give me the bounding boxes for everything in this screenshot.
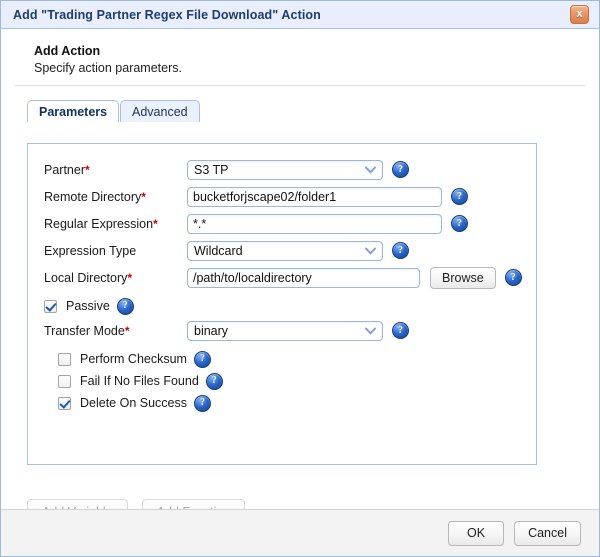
parameters-panel: Partner* S3 TP ? Remote Directory*: [27, 143, 537, 465]
help-icon-perform-checksum[interactable]: ?: [194, 351, 211, 368]
field-row-passive: Passive ?: [28, 295, 536, 317]
header-block: Add Action Specify action parameters.: [1, 29, 599, 77]
help-icon-fail-if-no-files-found[interactable]: ?: [206, 373, 223, 390]
parameters-form: Partner* S3 TP ? Remote Directory*: [28, 144, 536, 414]
passive-checkbox[interactable]: [44, 300, 57, 313]
page-subtitle: Specify action parameters.: [34, 60, 599, 77]
label-expression-type: Expression Type: [44, 244, 187, 258]
dialog-title: Add "Trading Partner Regex File Download…: [13, 8, 570, 22]
field-row-fail-if-no-files-found: Fail If No Files Found ?: [28, 370, 536, 392]
transfer-mode-select[interactable]: binary: [187, 321, 383, 341]
label-perform-checksum: Perform Checksum: [80, 352, 187, 366]
label-regular-expression: Regular Expression*: [44, 217, 187, 231]
perform-checksum-checkbox[interactable]: [58, 353, 71, 366]
close-icon[interactable]: x: [570, 5, 589, 24]
required-marker: *: [141, 190, 146, 204]
label-transfer-mode: Transfer Mode*: [44, 324, 187, 338]
label-partner: Partner*: [44, 163, 187, 177]
chevron-down-icon: [364, 242, 377, 260]
help-icon-remote-directory[interactable]: ?: [451, 188, 468, 205]
header-divider: [15, 85, 585, 86]
field-row-expression-type: Expression Type Wildcard ?: [28, 237, 536, 264]
dialog-titlebar: Add "Trading Partner Regex File Download…: [1, 1, 599, 29]
field-row-remote-directory: Remote Directory* ?: [28, 183, 536, 210]
control-remote-directory: ?: [187, 187, 468, 207]
label-local-directory: Local Directory*: [44, 271, 187, 285]
local-directory-input[interactable]: [187, 268, 420, 288]
dialog-body: Add Action Specify action parameters. Pa…: [1, 29, 599, 495]
control-expression-type: Wildcard ?: [187, 241, 409, 261]
chevron-down-icon: [364, 161, 377, 179]
field-row-regular-expression: Regular Expression* ?: [28, 210, 536, 237]
remote-directory-input[interactable]: [187, 187, 442, 207]
fail-if-no-files-found-checkbox[interactable]: [58, 375, 71, 388]
dialog-footer: OK Cancel: [1, 509, 599, 556]
control-transfer-mode: binary ?: [187, 321, 409, 341]
regular-expression-input[interactable]: [187, 214, 442, 234]
tab-bar: Parameters Advanced: [27, 100, 599, 123]
field-row-transfer-mode: Transfer Mode* binary ?: [28, 317, 536, 344]
partner-select-value: S3 TP: [194, 163, 229, 177]
required-marker: *: [153, 217, 158, 231]
cancel-button[interactable]: Cancel: [514, 521, 581, 546]
field-row-partner: Partner* S3 TP ?: [28, 156, 536, 183]
field-row-perform-checksum: Perform Checksum ?: [28, 348, 536, 370]
field-row-delete-on-success: Delete On Success ?: [28, 392, 536, 414]
tab-parameters[interactable]: Parameters: [27, 100, 119, 122]
partner-select[interactable]: S3 TP: [187, 160, 383, 180]
ok-button[interactable]: OK: [448, 521, 504, 546]
add-action-dialog: Add "Trading Partner Regex File Download…: [0, 0, 600, 557]
expression-type-select-value: Wildcard: [194, 244, 243, 258]
help-icon-transfer-mode[interactable]: ?: [392, 322, 409, 339]
control-partner: S3 TP ?: [187, 160, 409, 180]
help-icon-passive[interactable]: ?: [117, 298, 134, 315]
label-passive: Passive: [66, 299, 110, 313]
control-local-directory: Browse ?: [187, 267, 522, 289]
transfer-mode-select-value: binary: [194, 324, 228, 338]
control-regular-expression: ?: [187, 214, 468, 234]
required-marker: *: [85, 163, 90, 177]
close-icon-glyph: x: [576, 9, 582, 20]
delete-on-success-checkbox[interactable]: [58, 397, 71, 410]
help-icon-expression-type[interactable]: ?: [392, 242, 409, 259]
help-icon-delete-on-success[interactable]: ?: [194, 395, 211, 412]
help-icon-regular-expression[interactable]: ?: [451, 215, 468, 232]
label-remote-directory: Remote Directory*: [44, 190, 187, 204]
help-icon-local-directory[interactable]: ?: [505, 269, 522, 286]
browse-button[interactable]: Browse: [430, 267, 496, 289]
help-icon-partner[interactable]: ?: [392, 161, 409, 178]
required-marker: *: [125, 324, 130, 338]
chevron-down-icon: [364, 322, 377, 340]
page-title: Add Action: [34, 43, 599, 59]
tab-advanced[interactable]: Advanced: [120, 100, 200, 122]
required-marker: *: [127, 271, 132, 285]
label-fail-if-no-files-found: Fail If No Files Found: [80, 374, 199, 388]
label-delete-on-success: Delete On Success: [80, 396, 187, 410]
field-row-local-directory: Local Directory* Browse ?: [28, 264, 536, 291]
expression-type-select[interactable]: Wildcard: [187, 241, 383, 261]
